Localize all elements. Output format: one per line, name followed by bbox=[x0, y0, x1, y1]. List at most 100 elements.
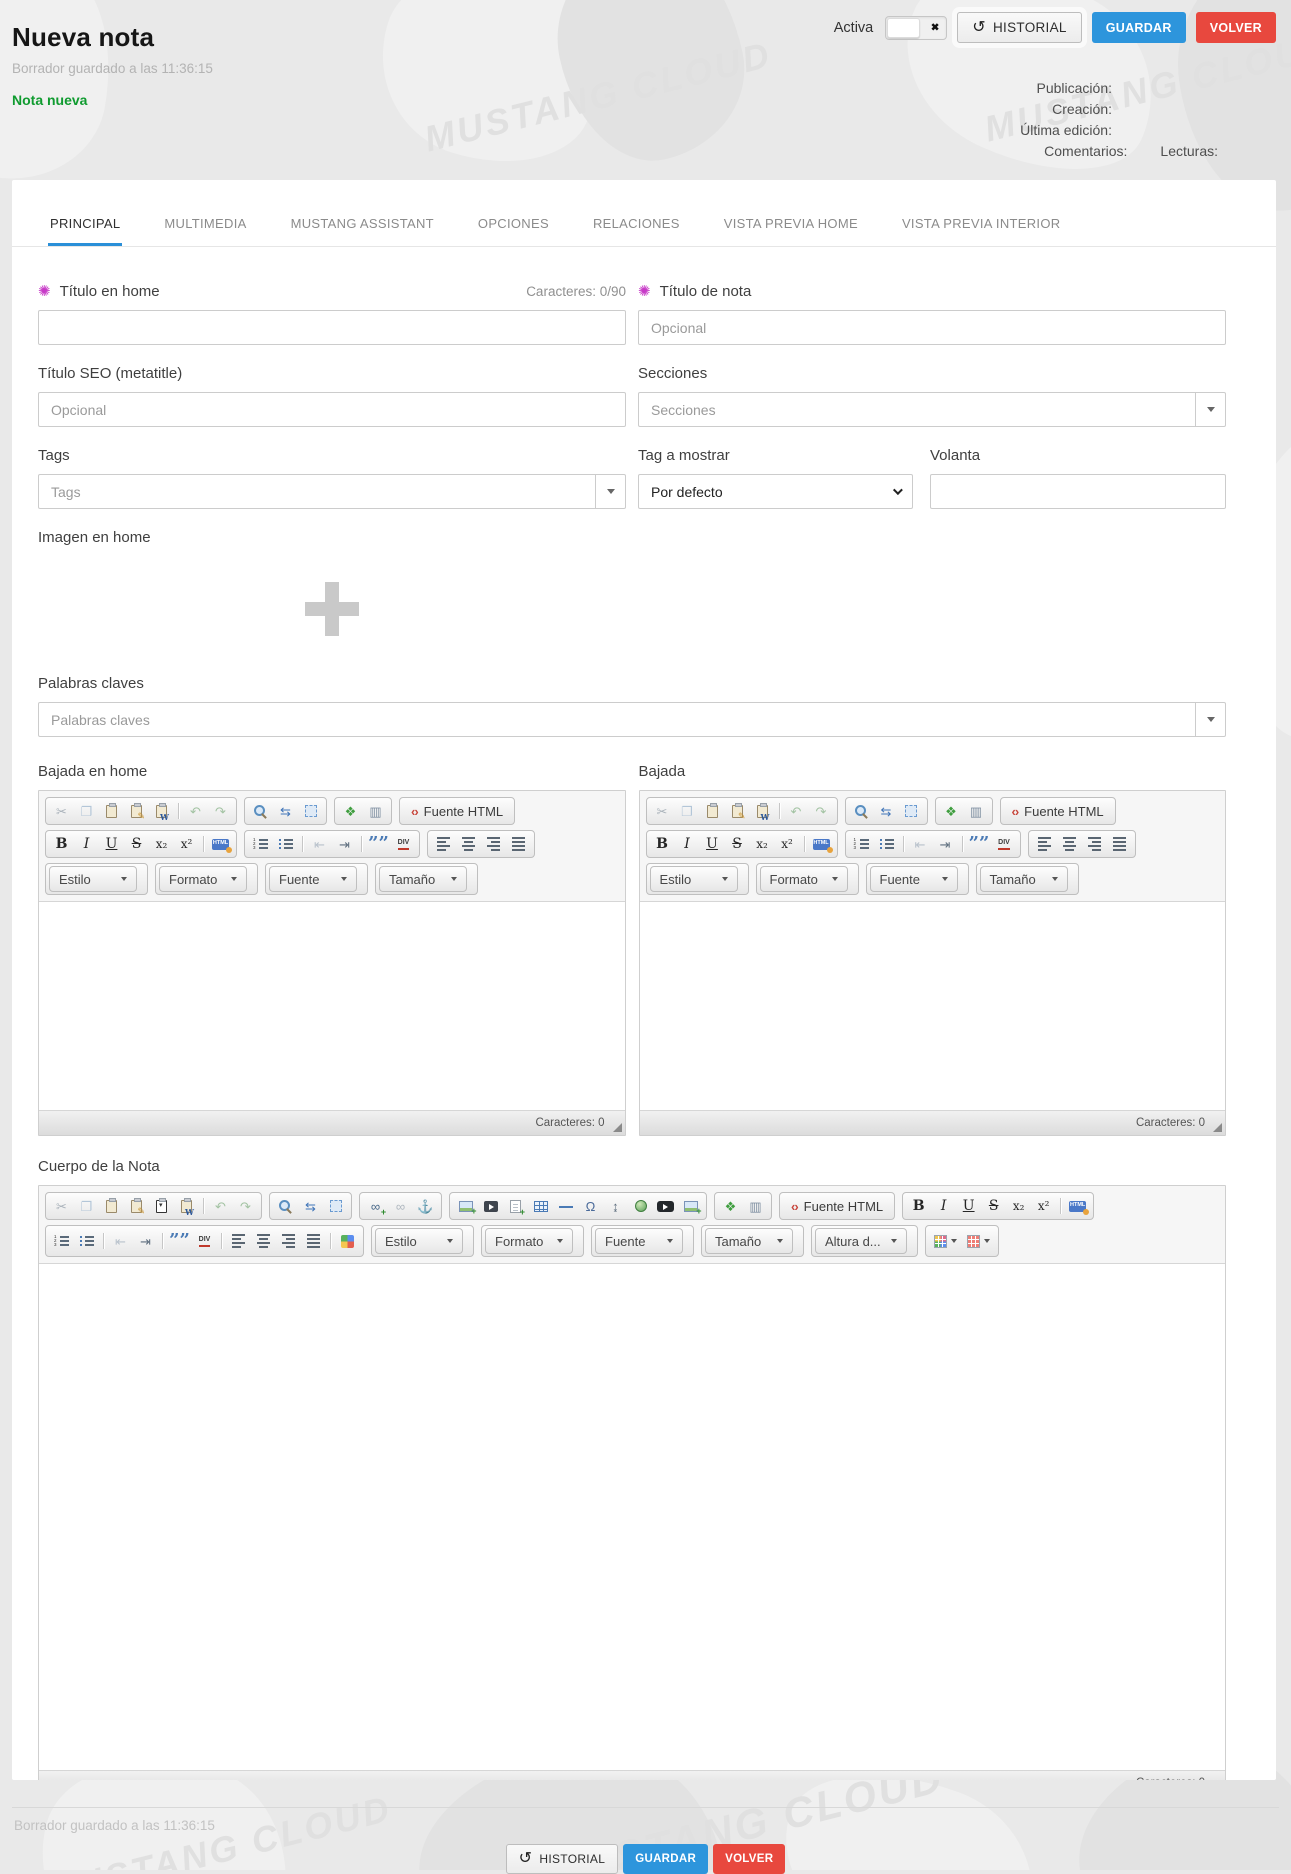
tab-mustang-assistant[interactable]: MUSTANG ASSISTANT bbox=[289, 216, 436, 246]
html-embed-button[interactable]: HTML bbox=[809, 833, 834, 855]
select-all-button[interactable] bbox=[298, 800, 323, 822]
copy-button[interactable]: ❐ bbox=[675, 800, 700, 822]
outdent-button[interactable]: ⇤ bbox=[307, 833, 332, 855]
resize-handle[interactable] bbox=[1213, 1123, 1222, 1132]
text-color-button[interactable] bbox=[929, 1230, 962, 1252]
indent-button[interactable]: ⇥ bbox=[332, 833, 357, 855]
tamano-combo[interactable]: Tamaño bbox=[980, 866, 1068, 892]
maps-button[interactable] bbox=[335, 1230, 360, 1252]
template-button[interactable] bbox=[503, 1195, 528, 1217]
blockquote-button[interactable]: ”” bbox=[967, 833, 992, 855]
tab-principal[interactable]: PRINCIPAL bbox=[48, 216, 122, 246]
bold-button[interactable]: B bbox=[906, 1195, 931, 1217]
paste-button[interactable] bbox=[99, 1195, 124, 1217]
italic-button[interactable]: I bbox=[74, 833, 99, 855]
div-container-button[interactable]: DIV bbox=[391, 833, 416, 855]
bullet-list-button[interactable] bbox=[874, 833, 899, 855]
underline-button[interactable]: U bbox=[700, 833, 725, 855]
blockquote-button[interactable]: ”” bbox=[167, 1230, 192, 1252]
tamano-combo[interactable]: Tamaño bbox=[705, 1228, 793, 1254]
paste-word-button[interactable] bbox=[149, 800, 174, 822]
align-right-button[interactable] bbox=[276, 1230, 301, 1252]
titulo-nota-input[interactable] bbox=[638, 310, 1226, 345]
source-button[interactable]: ‹›Fuente HTML bbox=[783, 1195, 891, 1217]
bg-color-button[interactable] bbox=[962, 1230, 995, 1252]
underline-button[interactable]: U bbox=[99, 833, 124, 855]
html-embed-button[interactable]: HTML bbox=[208, 833, 233, 855]
select-all-button[interactable] bbox=[899, 800, 924, 822]
source-button[interactable]: ‹›Fuente HTML bbox=[403, 800, 511, 822]
strike-button[interactable]: S bbox=[124, 833, 149, 855]
titulo-home-input[interactable] bbox=[38, 310, 626, 345]
undo-button[interactable]: ↶ bbox=[208, 1195, 233, 1217]
image-button[interactable] bbox=[453, 1195, 478, 1217]
align-left-button[interactable] bbox=[226, 1230, 251, 1252]
align-justify-button[interactable] bbox=[1107, 833, 1132, 855]
fuente-combo[interactable]: Fuente bbox=[870, 866, 958, 892]
italic-button[interactable]: I bbox=[675, 833, 700, 855]
bold-button[interactable]: B bbox=[49, 833, 74, 855]
undo-button[interactable]: ↶ bbox=[784, 800, 809, 822]
paste-text-button[interactable] bbox=[725, 800, 750, 822]
unlink-button[interactable]: ∞ bbox=[388, 1195, 413, 1217]
anchor-button[interactable]: ⚓ bbox=[413, 1195, 438, 1217]
bullet-list-button[interactable] bbox=[74, 1230, 99, 1252]
formato-combo[interactable]: Formato bbox=[760, 866, 848, 892]
paste-button[interactable] bbox=[99, 800, 124, 822]
formato-combo[interactable]: Formato bbox=[159, 866, 247, 892]
align-left-button[interactable] bbox=[1032, 833, 1057, 855]
redo-button[interactable]: ↷ bbox=[208, 800, 233, 822]
estilo-combo[interactable]: Estilo bbox=[375, 1228, 463, 1254]
cut-button[interactable]: ✂ bbox=[49, 800, 74, 822]
cut-button[interactable]: ✂ bbox=[49, 1195, 74, 1217]
strike-button[interactable]: S bbox=[981, 1195, 1006, 1217]
subscript-button[interactable]: x₂ bbox=[149, 833, 174, 855]
maximize-button[interactable]: ❖ bbox=[718, 1195, 743, 1217]
num-list-button[interactable] bbox=[849, 833, 874, 855]
redo-button[interactable]: ↷ bbox=[809, 800, 834, 822]
tab-relaciones[interactable]: RELACIONES bbox=[591, 216, 682, 246]
show-blocks-button[interactable]: ▥ bbox=[743, 1195, 768, 1217]
align-justify-button[interactable] bbox=[506, 833, 531, 855]
align-right-button[interactable] bbox=[481, 833, 506, 855]
show-blocks-button[interactable]: ▥ bbox=[964, 800, 989, 822]
undo-button[interactable]: ↶ bbox=[183, 800, 208, 822]
paste-special-button[interactable] bbox=[149, 1195, 174, 1217]
paste-word-button[interactable] bbox=[750, 800, 775, 822]
maximize-button[interactable]: ❖ bbox=[338, 800, 363, 822]
superscript-button[interactable]: x² bbox=[775, 833, 800, 855]
media-button[interactable] bbox=[478, 1195, 503, 1217]
maximize-button[interactable]: ❖ bbox=[939, 800, 964, 822]
fuente-combo[interactable]: Fuente bbox=[595, 1228, 683, 1254]
estilo-combo[interactable]: Estilo bbox=[650, 866, 738, 892]
italic-button[interactable]: I bbox=[931, 1195, 956, 1217]
tag-a-mostrar-select[interactable]: Por defecto bbox=[638, 474, 913, 509]
volver-button[interactable]: VOLVER bbox=[1196, 12, 1276, 43]
html-embed-button[interactable]: HTML bbox=[1065, 1195, 1090, 1217]
bajada-home-content[interactable] bbox=[39, 901, 625, 1111]
replace-button[interactable]: ⇆ bbox=[874, 800, 899, 822]
align-justify-button[interactable] bbox=[301, 1230, 326, 1252]
special-char-button[interactable]: Ω bbox=[578, 1195, 603, 1217]
guardar-button[interactable]: GUARDAR bbox=[1092, 12, 1186, 43]
fuente-combo[interactable]: Fuente bbox=[269, 866, 357, 892]
paste-text-button[interactable] bbox=[124, 1195, 149, 1217]
align-center-button[interactable] bbox=[456, 833, 481, 855]
palabras-claves-select[interactable]: Palabras claves bbox=[38, 702, 1226, 737]
tab-vista-previa-interior[interactable]: VISTA PREVIA INTERIOR bbox=[900, 216, 1063, 246]
paste-text-button[interactable] bbox=[124, 800, 149, 822]
link-button[interactable]: ∞ bbox=[363, 1195, 388, 1217]
cut-button[interactable]: ✂ bbox=[650, 800, 675, 822]
copy-button[interactable]: ❐ bbox=[74, 800, 99, 822]
tamano-combo[interactable]: Tamaño bbox=[379, 866, 467, 892]
volanta-input[interactable] bbox=[930, 474, 1226, 509]
page-break-button[interactable]: ↨ bbox=[603, 1195, 628, 1217]
align-right-button[interactable] bbox=[1082, 833, 1107, 855]
align-left-button[interactable] bbox=[431, 833, 456, 855]
redo-button[interactable]: ↷ bbox=[233, 1195, 258, 1217]
iframe-button[interactable] bbox=[628, 1195, 653, 1217]
underline-button[interactable]: U bbox=[956, 1195, 981, 1217]
tags-select[interactable]: Tags bbox=[38, 474, 626, 509]
num-list-button[interactable] bbox=[49, 1230, 74, 1252]
resize-handle[interactable] bbox=[613, 1123, 622, 1132]
